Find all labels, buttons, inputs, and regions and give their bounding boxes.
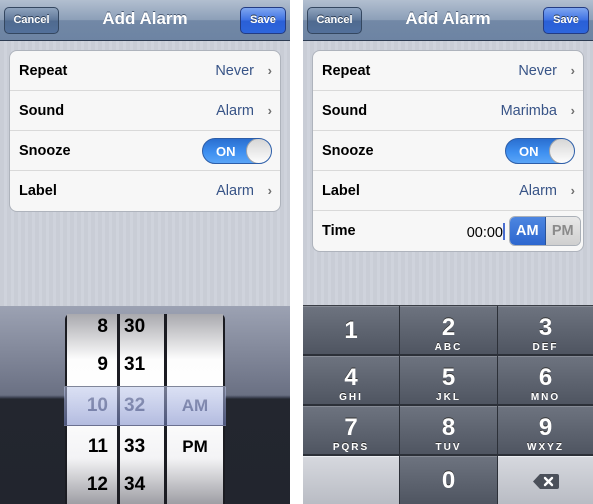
navigation-bar: Cancel Add Alarm Save [303, 0, 593, 41]
minute-option[interactable]: 33 [124, 427, 145, 467]
time-label: Time [322, 223, 356, 239]
sound-value: Marimba [500, 103, 557, 119]
key-digit: 9 [538, 414, 553, 441]
key-4[interactable]: 4 GHI [303, 356, 399, 404]
toggle-knob[interactable] [246, 139, 271, 163]
time-picker: 8 9 10 11 12 30 31 32 33 34 AM PM [65, 314, 225, 504]
snooze-toggle[interactable]: ON [202, 138, 272, 164]
repeat-label: Repeat [19, 63, 68, 79]
hour-option[interactable]: 9 [97, 345, 108, 385]
key-letters: WXYZ [527, 442, 564, 453]
key-digit: 6 [538, 364, 553, 391]
hour-wheel[interactable]: 8 9 10 11 12 [67, 314, 117, 504]
hour-option[interactable]: 8 [97, 314, 108, 347]
label-label: Label [322, 183, 360, 199]
period-wheel[interactable]: AM PM [167, 314, 223, 504]
label-value: Alarm [519, 183, 557, 199]
minute-option[interactable]: 30 [124, 314, 145, 347]
key-0[interactable]: 0 [400, 456, 497, 504]
key-digit: 4 [344, 364, 358, 391]
chevron-right-icon: › [570, 103, 575, 118]
repeat-value: Never [518, 63, 557, 79]
sound-row[interactable]: Sound Alarm › [10, 91, 280, 131]
hour-option[interactable]: 11 [88, 427, 108, 467]
key-digit: 0 [441, 467, 456, 494]
label-row[interactable]: Label Alarm › [313, 171, 583, 211]
sound-value: Alarm [216, 103, 254, 119]
label-row[interactable]: Label Alarm › [10, 171, 280, 211]
key-1[interactable]: 1 [303, 306, 399, 354]
key-digit: 2 [441, 314, 456, 341]
save-button[interactable]: Save [240, 7, 286, 34]
key-7[interactable]: 7 PQRS [303, 406, 399, 454]
left-screen: Cancel Add Alarm Save Repeat Never › Sou… [0, 0, 290, 504]
key-letters: ABC [434, 342, 463, 353]
sound-row[interactable]: Sound Marimba › [313, 91, 583, 131]
hour-option[interactable]: 12 [87, 465, 108, 504]
time-input[interactable]: 00:00 [467, 223, 505, 241]
chevron-right-icon: › [570, 63, 575, 78]
toggle-state-text: ON [216, 144, 236, 159]
chevron-right-icon: › [267, 63, 272, 78]
chevron-right-icon: › [267, 183, 272, 198]
time-input-value: 00:00 [466, 225, 503, 241]
key-2[interactable]: 2 ABC [400, 306, 497, 354]
period-option-selected[interactable]: AM [167, 386, 223, 426]
alarm-settings-group: Repeat Never › Sound Alarm › Snooze ON L… [9, 50, 281, 212]
key-digit: 3 [538, 314, 553, 341]
key-6[interactable]: 6 MNO [498, 356, 593, 404]
sound-label: Sound [19, 103, 65, 119]
snooze-toggle[interactable]: ON [505, 138, 575, 164]
right-screen: Cancel Add Alarm Save Repeat Never › Sou… [303, 0, 593, 504]
toggle-knob[interactable] [549, 139, 574, 163]
save-button[interactable]: Save [543, 7, 589, 34]
repeat-label: Repeat [322, 63, 371, 79]
blank-key [303, 456, 399, 504]
key-letters: JKL [436, 392, 461, 403]
pm-segment[interactable]: PM [545, 217, 580, 245]
minute-option[interactable]: 31 [124, 345, 145, 385]
numeric-keypad: 1 2 ABC 3 DEF 4 GHI 5 JKL 6 MNO 7 PQRS 8 [303, 305, 593, 504]
key-letters: MNO [530, 392, 561, 403]
key-9[interactable]: 9 WXYZ [498, 406, 593, 454]
label-label: Label [19, 183, 57, 199]
hour-option-selected[interactable]: 10 [87, 386, 108, 426]
key-letters: DEF [532, 342, 559, 353]
repeat-row[interactable]: Repeat Never › [10, 51, 280, 91]
key-5[interactable]: 5 JKL [400, 356, 497, 404]
label-value: Alarm [216, 183, 254, 199]
key-digit: 1 [344, 317, 358, 344]
toggle-state-text: ON [519, 144, 539, 159]
chevron-right-icon: › [570, 183, 575, 198]
text-cursor [503, 223, 505, 240]
snooze-label: Snooze [322, 143, 374, 159]
key-3[interactable]: 3 DEF [498, 306, 593, 354]
am-pm-segmented-control: AM PM [509, 216, 581, 246]
period-option[interactable]: PM [167, 427, 223, 467]
snooze-label: Snooze [19, 143, 71, 159]
delete-key[interactable] [498, 456, 593, 504]
key-letters: TUV [435, 442, 462, 453]
chevron-right-icon: › [267, 103, 272, 118]
key-letters: GHI [339, 392, 363, 403]
navigation-bar: Cancel Add Alarm Save [0, 0, 290, 41]
backspace-icon [532, 474, 559, 489]
snooze-row: Snooze ON [10, 131, 280, 171]
am-segment[interactable]: AM [510, 217, 546, 245]
time-row: Time 00:00 AM PM [313, 211, 583, 251]
key-digit: 7 [344, 414, 358, 441]
key-digit: 5 [441, 364, 456, 391]
alarm-settings-group: Repeat Never › Sound Marimba › Snooze ON… [312, 50, 584, 252]
key-digit: 8 [441, 414, 456, 441]
repeat-row[interactable]: Repeat Never › [313, 51, 583, 91]
repeat-value: Never [215, 63, 254, 79]
snooze-row: Snooze ON [313, 131, 583, 171]
key-8[interactable]: 8 TUV [400, 406, 497, 454]
key-letters: PQRS [332, 442, 370, 453]
minute-option[interactable]: 34 [124, 465, 145, 504]
minute-option-selected[interactable]: 32 [124, 386, 145, 426]
sound-label: Sound [322, 103, 368, 119]
minute-wheel[interactable]: 30 31 32 33 34 [120, 314, 164, 504]
